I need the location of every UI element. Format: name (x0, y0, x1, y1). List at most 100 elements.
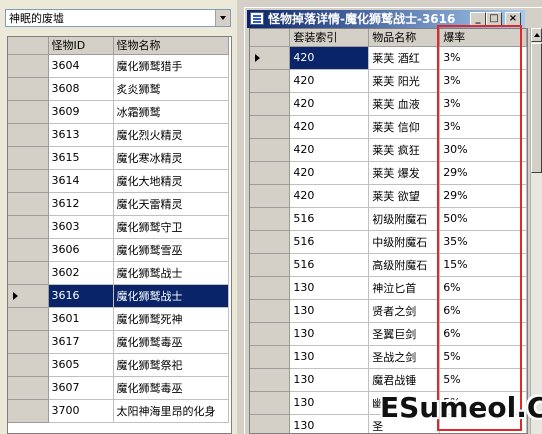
row-header[interactable] (250, 391, 291, 415)
cell-monster-id[interactable]: 3605 (48, 353, 114, 377)
row-header[interactable] (8, 100, 49, 124)
current-row-indicator-icon[interactable] (8, 284, 49, 308)
row-header[interactable] (8, 169, 49, 193)
cell-set-index[interactable]: 420 (289, 138, 370, 162)
cell-set-index[interactable]: 130 (289, 345, 370, 369)
maximize-button[interactable]: □ (486, 12, 502, 26)
row-header[interactable] (8, 307, 49, 331)
cell-monster-id[interactable]: 3617 (48, 330, 114, 354)
cell-monster-name[interactable]: 魔化狮鹫毒巫 (113, 376, 229, 400)
monster-row[interactable]: 3608 炙炎狮鹫 (8, 77, 229, 101)
cell-drop-rate[interactable]: 3% (439, 69, 527, 93)
cell-monster-id[interactable]: 3614 (48, 169, 114, 193)
drop-row[interactable]: 420 莱芙 阳光 3% (250, 69, 527, 93)
drop-row[interactable]: 420 莱芙 血液 3% (250, 92, 527, 116)
cell-drop-rate[interactable]: 30% (439, 138, 527, 162)
row-header[interactable] (8, 215, 49, 239)
row-header[interactable] (8, 261, 49, 285)
cell-monster-id[interactable]: 3608 (48, 77, 114, 101)
cell-set-index[interactable]: 130 (289, 276, 370, 300)
cell-set-index[interactable]: 516 (289, 253, 370, 277)
cell-item-name[interactable]: 莱芙 血液 (368, 92, 441, 116)
monster-row[interactable]: 3603 魔化狮鹫守卫 (8, 215, 229, 239)
row-header[interactable] (8, 123, 49, 147)
cell-drop-rate[interactable]: 3% (439, 92, 527, 116)
cell-set-index[interactable]: 420 (289, 69, 370, 93)
window-titlebar[interactable]: 怪物掉落详情-魔化狮鹫战士-3616 _ □ × (247, 10, 525, 28)
drop-row[interactable]: 420 莱芙 欲望 29% (250, 184, 527, 208)
row-header[interactable] (8, 146, 49, 170)
cell-monster-name[interactable]: 魔化狮鹫祭祀 (113, 353, 229, 377)
row-header[interactable] (250, 184, 291, 208)
monster-row[interactable]: 3602 魔化狮鹫战士 (8, 261, 229, 285)
row-header[interactable] (250, 115, 291, 139)
column-header-drop-rate[interactable]: 爆率 (439, 29, 527, 47)
row-header[interactable] (250, 368, 291, 392)
cell-item-name[interactable]: 贤者之剑 (368, 299, 441, 323)
cell-set-index[interactable]: 420 (289, 184, 370, 208)
cell-monster-name[interactable]: 魔化狮鹫毒巫 (113, 330, 229, 354)
cell-drop-rate[interactable]: 6% (439, 299, 527, 323)
cell-monster-id[interactable]: 3616 (48, 284, 114, 308)
drop-row[interactable]: 420 莱芙 信仰 3% (250, 115, 527, 139)
cell-drop-rate[interactable]: 5% (439, 368, 527, 392)
drop-row[interactable]: 130 神泣匕首 6% (250, 276, 527, 300)
cell-monster-name[interactable]: 炙炎狮鹫 (113, 77, 229, 101)
cell-drop-rate[interactable]: 29% (439, 184, 527, 208)
cell-drop-rate[interactable]: 3% (439, 115, 527, 139)
cell-set-index[interactable]: 130 (289, 299, 370, 323)
cell-monster-name[interactable]: 魔化天雷精灵 (113, 192, 229, 216)
drop-row[interactable]: 516 中级附魔石 35% (250, 230, 527, 254)
drop-row[interactable]: 516 高级附魔石 15% (250, 253, 527, 277)
column-header-item-name[interactable]: 物品名称 (368, 29, 441, 47)
cell-monster-name[interactable]: 魔化大地精灵 (113, 169, 229, 193)
cell-set-index[interactable]: 420 (289, 46, 370, 70)
column-header-monster-name[interactable]: 怪物名称 (113, 37, 229, 55)
row-header[interactable] (250, 207, 291, 231)
cell-drop-rate[interactable]: 6% (439, 322, 527, 346)
cell-item-name[interactable]: 初级附魔石 (368, 207, 441, 231)
row-header[interactable] (8, 376, 49, 400)
cell-item-name[interactable]: 魔君战锤 (368, 368, 441, 392)
cell-item-name[interactable]: 高级附魔石 (368, 253, 441, 277)
cell-set-index[interactable]: 130 (289, 414, 370, 433)
cell-monster-id[interactable]: 3700 (48, 399, 114, 423)
drop-row[interactable]: 420 莱芙 酒红 3% (250, 46, 527, 70)
cell-set-index[interactable]: 130 (289, 391, 370, 415)
cell-item-name[interactable]: 神泣匕首 (368, 276, 441, 300)
cell-item-name[interactable]: 莱芙 信仰 (368, 115, 441, 139)
cell-drop-rate[interactable]: 15% (439, 253, 527, 277)
row-header[interactable] (250, 345, 291, 369)
monster-grid[interactable]: 怪物ID 怪物名称 3604 魔化狮鹫猎手 3608 炙炎狮鹫 3609 冰霜狮鹫 3613… (7, 36, 232, 434)
drop-row[interactable]: 130 贤者之剑 6% (250, 299, 527, 323)
row-header[interactable] (8, 77, 49, 101)
cell-set-index[interactable]: 516 (289, 207, 370, 231)
monster-row[interactable]: 3617 魔化狮鹫毒巫 (8, 330, 229, 354)
chevron-down-icon[interactable] (215, 10, 230, 26)
cell-item-name[interactable]: 莱芙 爆发 (368, 161, 441, 185)
drop-row[interactable]: 420 莱芙 爆发 29% (250, 161, 527, 185)
cell-monster-name[interactable]: 太阳神海里昂的化身 (113, 399, 229, 423)
cell-monster-id[interactable]: 3609 (48, 100, 114, 124)
cell-monster-id[interactable]: 3604 (48, 54, 114, 78)
cell-item-name[interactable]: 莱芙 阳光 (368, 69, 441, 93)
row-header[interactable] (250, 414, 291, 433)
cell-monster-id[interactable]: 3615 (48, 146, 114, 170)
drop-row[interactable]: 130 圣翼巨剑 6% (250, 322, 527, 346)
row-header[interactable] (8, 353, 49, 377)
cell-set-index[interactable]: 420 (289, 115, 370, 139)
cell-drop-rate[interactable]: 29% (439, 161, 527, 185)
monster-row[interactable]: 3605 魔化狮鹫祭祀 (8, 353, 229, 377)
row-header[interactable] (8, 238, 49, 262)
cell-monster-id[interactable]: 3602 (48, 261, 114, 285)
monster-row[interactable]: 3609 冰霜狮鹫 (8, 100, 229, 124)
cell-monster-name[interactable]: 魔化狮鹫战士 (113, 261, 229, 285)
cell-item-name[interactable]: 莱芙 酒红 (368, 46, 441, 70)
cell-monster-name[interactable]: 魔化狮鹫死神 (113, 307, 229, 331)
drop-grid-vertical-scrollbar[interactable] (530, 28, 542, 434)
cell-monster-name[interactable]: 魔化烈火精灵 (113, 123, 229, 147)
cell-monster-name[interactable]: 魔化狮鹫猎手 (113, 54, 229, 78)
monster-row[interactable]: 3616 魔化狮鹫战士 (8, 284, 229, 308)
cell-monster-id[interactable]: 3601 (48, 307, 114, 331)
monster-row[interactable]: 3607 魔化狮鹫毒巫 (8, 376, 229, 400)
